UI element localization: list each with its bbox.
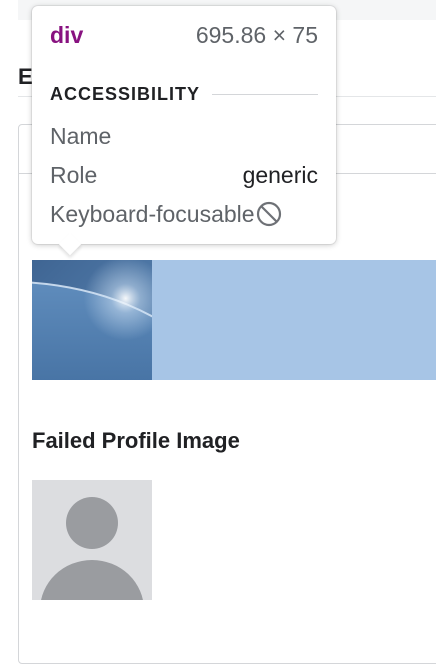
tooltip-header: div 695.86 × 75 <box>50 22 318 49</box>
section-divider <box>212 94 318 95</box>
person-icon <box>41 497 143 600</box>
element-dimensions: 695.86 × 75 <box>195 22 318 48</box>
role-label: Role <box>50 162 98 188</box>
page-heading: E <box>18 64 33 89</box>
accessibility-section: ACCESSIBILITY <box>50 84 318 105</box>
devtools-inspect-tooltip: div 695.86 × 75 ACCESSIBILITY Name Role … <box>32 6 336 244</box>
failed-profile-heading: Failed Profile Image <box>32 428 240 453</box>
role-row: Role generic <box>50 162 318 189</box>
accessibility-label: ACCESSIBILITY <box>50 84 201 104</box>
keyboard-focusable-label: Keyboard-focusable <box>50 200 255 227</box>
avatar-placeholder <box>32 480 152 600</box>
earth-horizon-picture <box>32 260 152 380</box>
element-tag: div <box>50 22 84 48</box>
keyboard-focusable-row: Keyboard-focusable <box>50 200 318 228</box>
name-row: Name <box>50 123 318 150</box>
name-label: Name <box>50 123 112 149</box>
role-value: generic <box>242 162 318 188</box>
page: E Failed Profile Image div 695.86 × 75 A… <box>0 0 436 672</box>
not-allowed-icon <box>255 200 283 228</box>
earth-thumbnail-image <box>32 260 152 380</box>
